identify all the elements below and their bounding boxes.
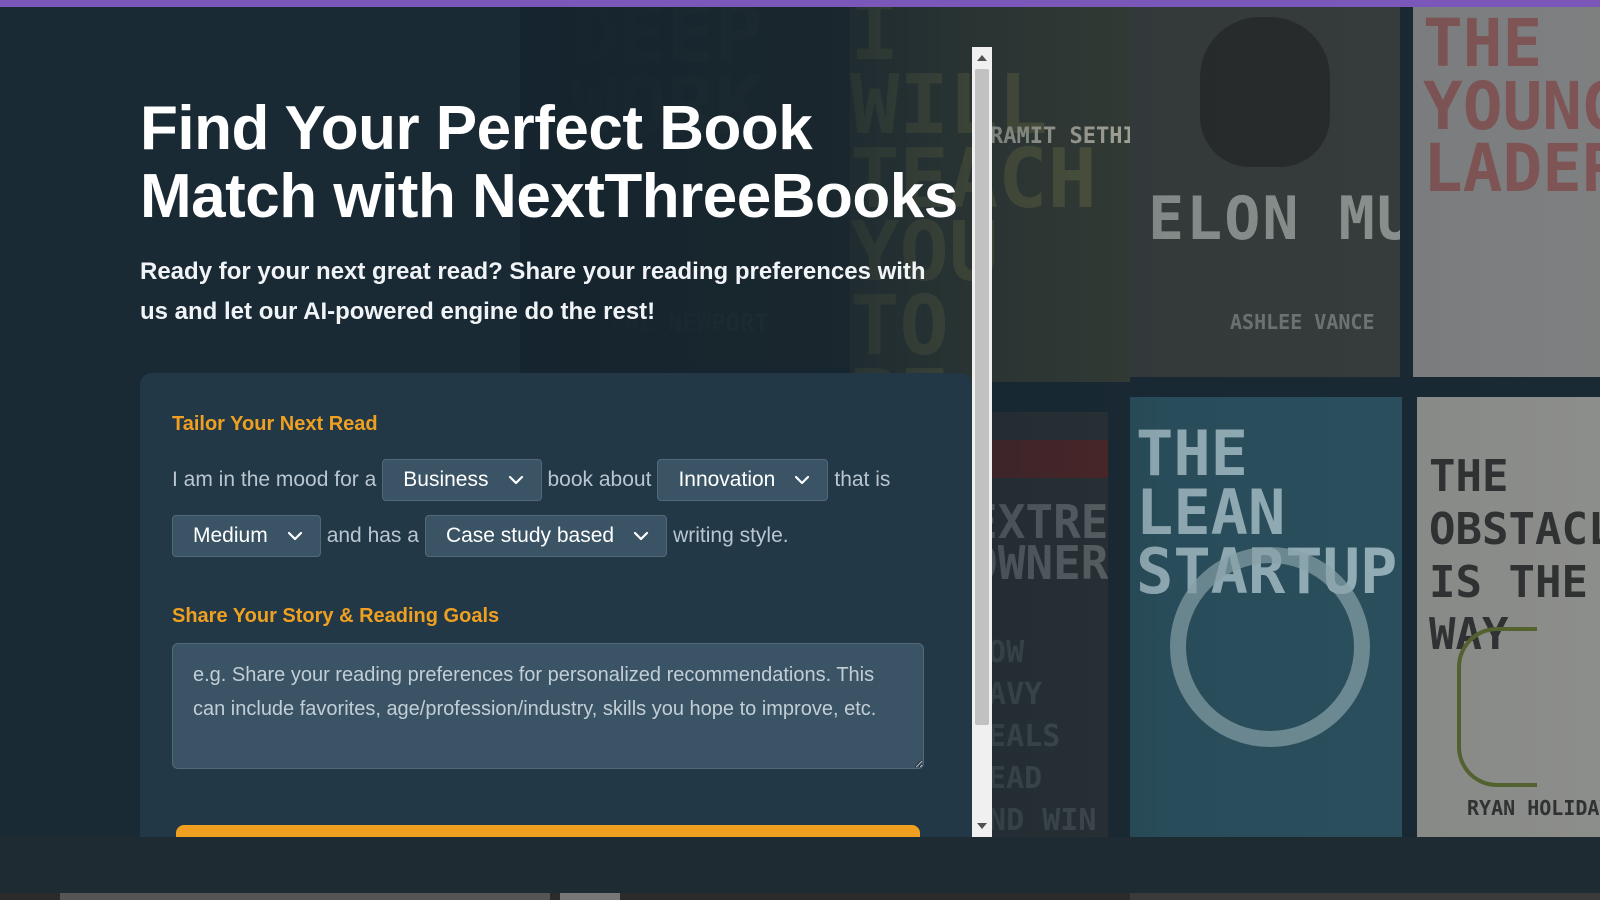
submit-button[interactable] <box>176 825 920 837</box>
mood-text: I am in the mood for a <box>172 468 377 491</box>
topic-select-value: Innovation <box>678 468 776 491</box>
cover-young-leadership: THE YOUNG LADERSHIP <box>1413 7 1600 377</box>
cover-elon-musk: ELON MUSK ASHLEE VANCE <box>1130 7 1400 377</box>
cover-obstacle-is-the-way: THE OBSTACLE IS THE WAY RYAN HOLIDAY <box>1417 397 1600 837</box>
bottom-taskbar-strip <box>0 893 1600 900</box>
tailor-heading: Tailor Your Next Read <box>172 413 378 435</box>
laurel-shape <box>1457 627 1537 787</box>
chevron-down-icon <box>793 471 811 489</box>
scrollbar-thumb[interactable] <box>975 69 989 725</box>
vertical-scrollbar[interactable] <box>972 47 992 837</box>
taskbar-segment <box>60 893 550 900</box>
style-select-value: Case study based <box>445 524 615 547</box>
scroll-up-arrow-icon[interactable] <box>972 49 992 67</box>
chevron-down-icon <box>632 527 650 545</box>
genre-select-value: Business <box>403 468 489 491</box>
preferences-card: Tailor Your Next Read I am in the mood f… <box>140 373 972 837</box>
writing-style-text: writing style. <box>673 524 789 547</box>
preference-sentence-line-1: I am in the mood for a Business book abo… <box>172 459 896 501</box>
has-a-text: and has a <box>326 524 419 547</box>
length-select[interactable]: Medium <box>172 515 321 557</box>
style-select[interactable]: Case study based <box>424 515 668 557</box>
page-stage: DEEP WORK CAL NEWPORT I WILL TEACH YOU T… <box>0 7 1600 837</box>
enso-circle-shape <box>1170 547 1370 747</box>
topic-select[interactable]: Innovation <box>657 459 829 501</box>
page-subtitle: Ready for your next great read? Share yo… <box>140 258 926 325</box>
preference-sentence-line-2: Medium and has a Case study based writin… <box>172 515 795 557</box>
genre-select[interactable]: Business <box>382 459 542 501</box>
chevron-down-icon <box>507 471 525 489</box>
bottom-band <box>0 837 1600 893</box>
scroll-down-arrow-icon[interactable] <box>972 817 992 835</box>
page-title: Find Your Perfect Book Match with NextTh… <box>140 94 958 231</box>
taskbar-segment <box>1130 893 1600 900</box>
about-text: book about <box>547 468 652 491</box>
goals-heading: Share Your Story & Reading Goals <box>172 605 500 627</box>
that-is-text: that is <box>834 468 891 491</box>
top-accent-bar <box>0 0 1600 7</box>
chevron-down-icon <box>286 527 304 545</box>
cover-lean-startup: THE LEAN STARTUP <box>1130 397 1402 837</box>
taskbar-segment <box>560 893 620 900</box>
reading-goals-textarea[interactable] <box>172 643 924 769</box>
portrait-shape <box>1200 17 1330 167</box>
length-select-value: Medium <box>193 524 268 547</box>
